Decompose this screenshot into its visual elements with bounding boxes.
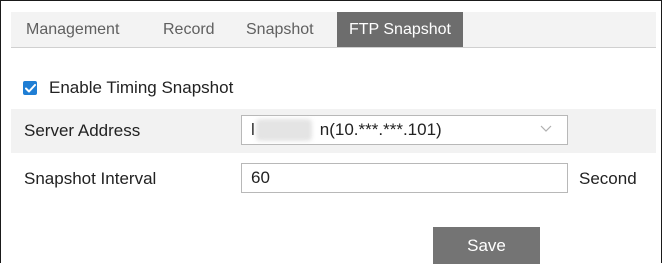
snapshot-interval-row: Snapshot Interval Second: [11, 157, 656, 201]
server-address-row: Server Address l n(10.***.***.101): [11, 109, 656, 153]
save-button[interactable]: Save: [433, 227, 540, 264]
snapshot-interval-input[interactable]: [241, 163, 568, 193]
chevron-down-icon: [540, 125, 552, 132]
enable-timing-snapshot-label: Enable Timing Snapshot: [49, 78, 234, 97]
enable-timing-snapshot-checkbox[interactable]: [23, 81, 37, 95]
tab-record[interactable]: Record: [163, 12, 215, 47]
tab-snapshot[interactable]: Snapshot: [246, 12, 314, 47]
snapshot-interval-label: Snapshot Interval: [24, 169, 157, 188]
tab-ftp-snapshot[interactable]: FTP Snapshot: [337, 12, 463, 47]
server-address-select[interactable]: l n(10.***.***.101): [241, 115, 568, 145]
tab-management[interactable]: Management: [26, 12, 119, 47]
checkmark-icon: [24, 83, 36, 92]
tab-bar: Management Record Snapshot FTP Snapshot: [11, 12, 656, 48]
redacted-blur: [256, 119, 312, 141]
settings-panel: Management Record Snapshot FTP Snapshot …: [0, 0, 662, 264]
enable-timing-snapshot-row: Enable Timing Snapshot: [23, 77, 233, 99]
server-address-label: Server Address: [24, 121, 141, 140]
snapshot-interval-unit: Second: [579, 169, 637, 188]
